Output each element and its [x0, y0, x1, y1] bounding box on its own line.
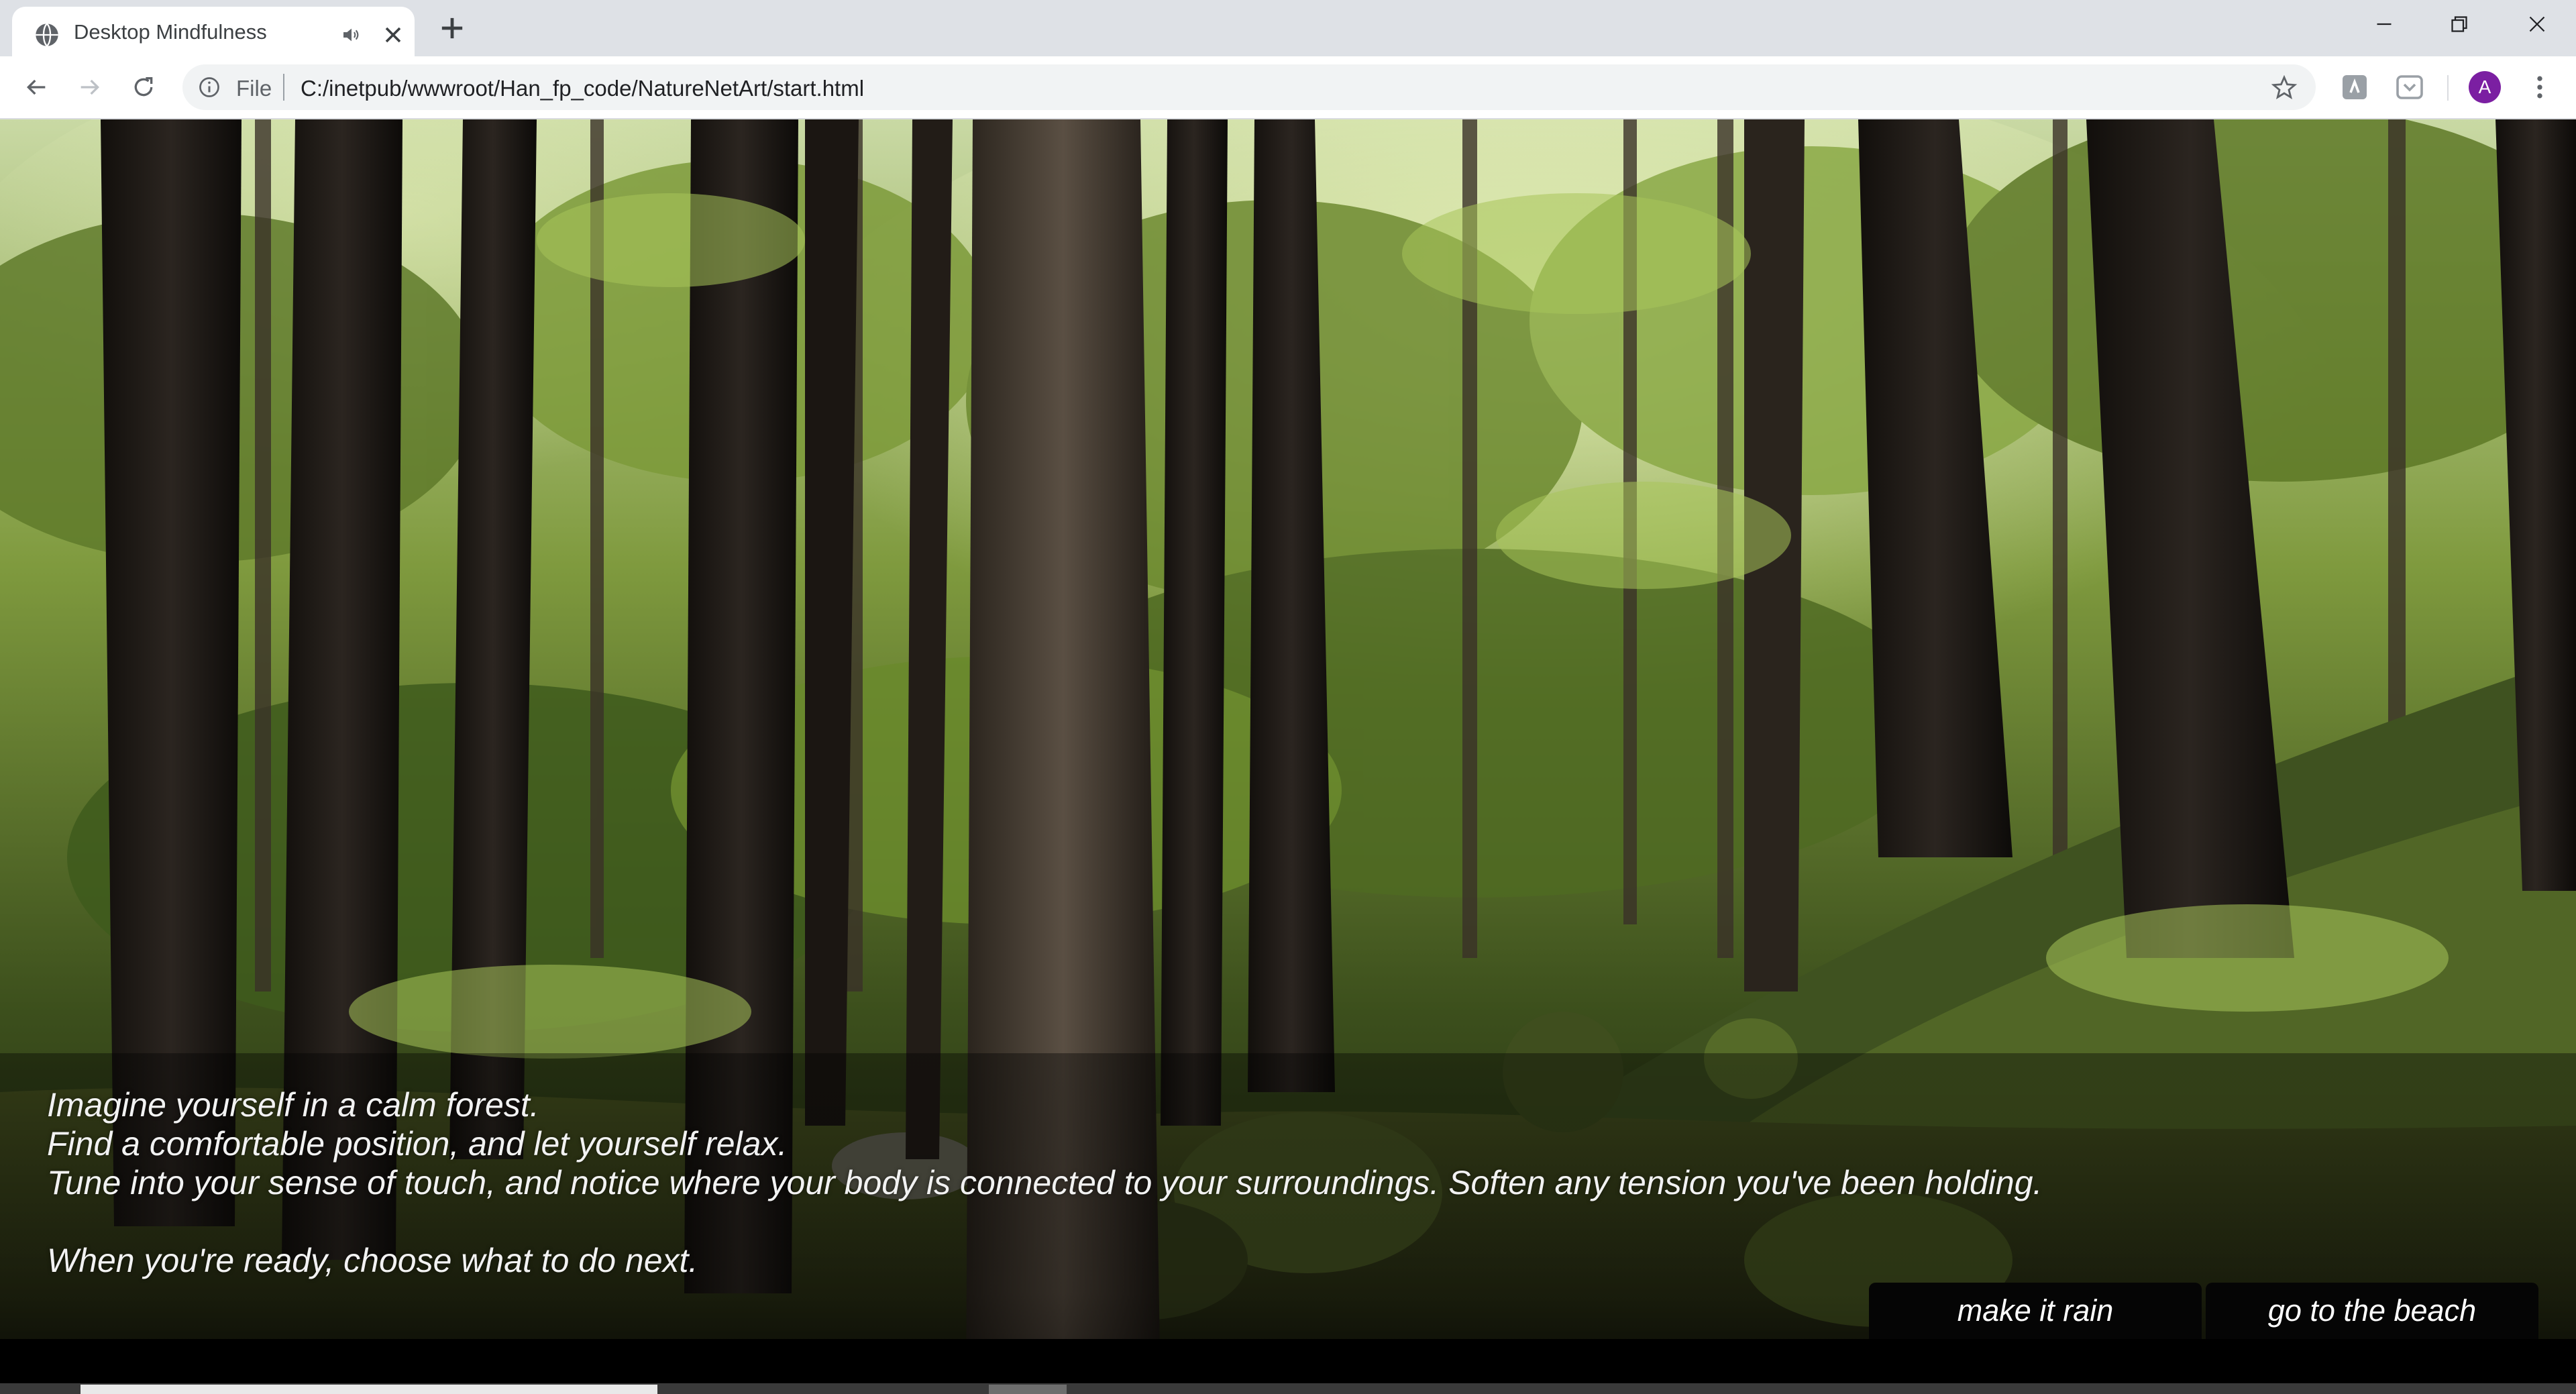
- url-text[interactable]: C:/inetpub/wwwroot/Han_fp_code/NatureNet…: [301, 76, 864, 101]
- globe-icon: [36, 23, 58, 47]
- pocket-icon[interactable]: [2394, 71, 2426, 103]
- make-it-rain-button[interactable]: make it rain: [1869, 1283, 2202, 1339]
- close-tab-icon[interactable]: [380, 21, 407, 48]
- address-bar[interactable]: File C:/inetpub/wwwroot/Han_fp_code/Natu…: [182, 64, 2316, 110]
- star-icon[interactable]: [2270, 74, 2298, 102]
- back-button[interactable]: [19, 70, 54, 105]
- go-to-beach-button[interactable]: go to the beach: [2206, 1283, 2538, 1339]
- address-divider: [283, 74, 284, 101]
- toolbar-divider: [2447, 75, 2449, 101]
- narration-line: Imagine yourself in a calm forest.: [47, 1086, 539, 1124]
- strip-segment: [80, 1385, 657, 1394]
- speaker-icon[interactable]: [341, 24, 362, 46]
- window-close-icon: [2529, 16, 2545, 32]
- minimize-icon: [2377, 23, 2392, 25]
- arrow-left-icon: [26, 79, 46, 95]
- narration-line: Find a comfortable position, and let you…: [47, 1125, 788, 1163]
- more-vert-icon[interactable]: [2525, 70, 2555, 105]
- info-icon[interactable]: [197, 75, 221, 99]
- narration-prompt: When you're ready, choose what to do nex…: [47, 1242, 698, 1279]
- browser-tab[interactable]: Desktop Mindfulness: [12, 7, 415, 56]
- profile-avatar[interactable]: A: [2469, 71, 2501, 103]
- scheme-label: File: [236, 76, 272, 101]
- minimize-button[interactable]: [2360, 5, 2408, 43]
- tab-title: Desktop Mindfulness: [74, 20, 267, 44]
- arrow-right-icon: [80, 79, 100, 95]
- reload-icon: [134, 77, 153, 97]
- new-tab-icon[interactable]: [435, 11, 470, 46]
- browser-toolbar: File C:/inetpub/wwwroot/Han_fp_code/Natu…: [0, 56, 2576, 119]
- page-viewport: Imagine yourself in a calm forest. Find …: [0, 119, 2576, 1394]
- bottom-scroll-strip: [0, 1383, 2576, 1394]
- restore-button[interactable]: [2435, 5, 2483, 43]
- forward-button[interactable]: [72, 70, 107, 105]
- narration-spacer: [47, 1202, 2042, 1241]
- extension-icon[interactable]: [2339, 71, 2371, 103]
- strip-segment: [989, 1385, 1067, 1394]
- tab-strip: Desktop Mindfulness: [0, 0, 2576, 56]
- window-close-button[interactable]: [2513, 5, 2561, 43]
- reload-button[interactable]: [126, 70, 161, 105]
- narration-line: Tune into your sense of touch, and notic…: [47, 1164, 2043, 1201]
- restore-icon: [2451, 16, 2467, 32]
- narration-text: Imagine yourself in a calm forest. Find …: [47, 1085, 2042, 1280]
